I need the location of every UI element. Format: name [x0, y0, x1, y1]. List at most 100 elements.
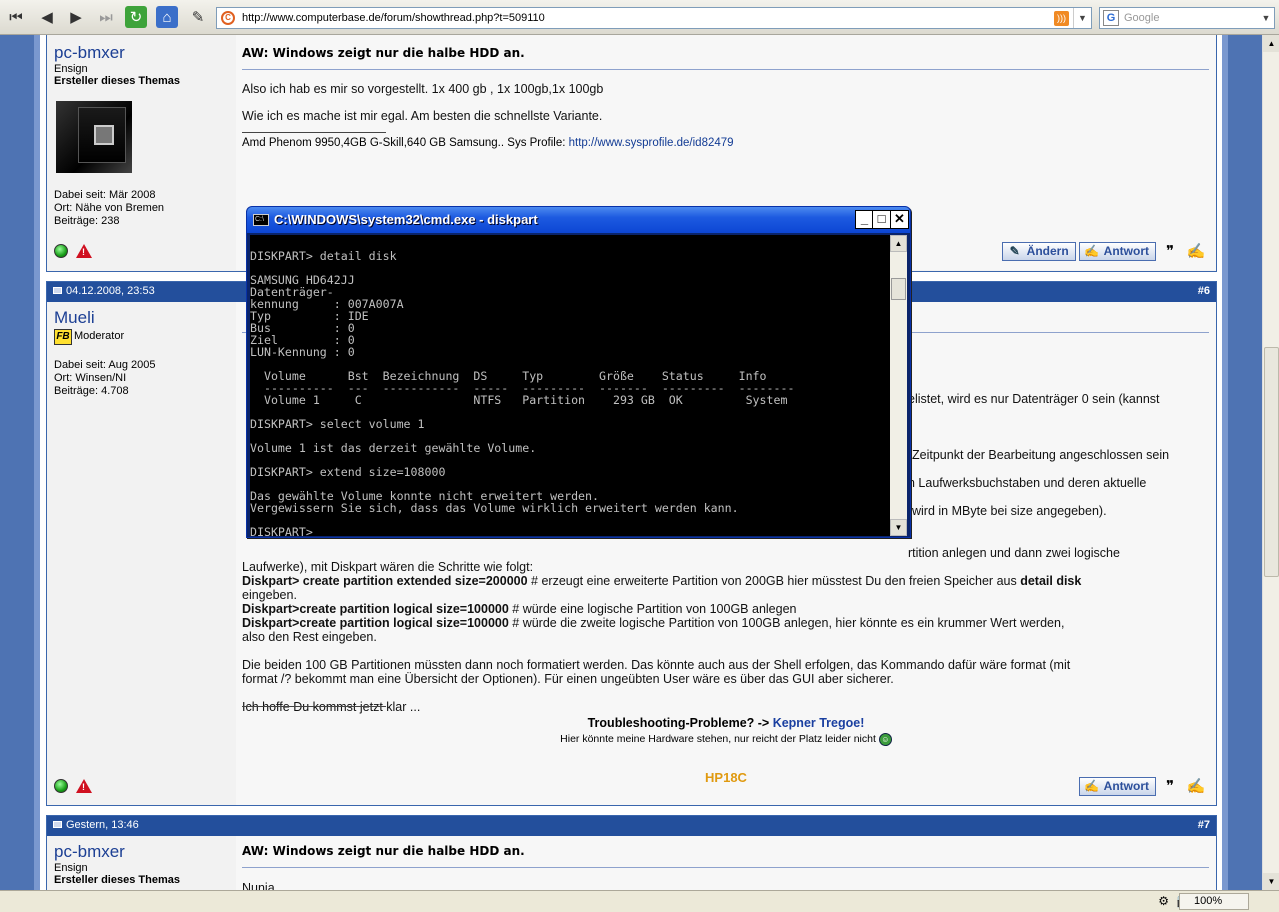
user-box: pc-bmxer Ensign Ersteller dieses Themas … — [47, 43, 236, 228]
username-link[interactable]: Mueli — [54, 308, 236, 328]
edit-button-label: Ändern — [1026, 244, 1069, 258]
rss-icon[interactable]: ))) — [1054, 11, 1069, 26]
post-text-line: eingeben. — [242, 588, 297, 602]
url-text[interactable]: http://www.computerbase.de/forum/showthr… — [242, 12, 545, 24]
post-actions: ✎ Ändern ✍ Antwort ❞ ✍ — [999, 242, 1208, 262]
forward-button[interactable]: ▶ — [65, 6, 87, 28]
user-rank: Ensign — [54, 862, 88, 874]
post-text: Also ich hab es mir so vorgestellt. 1x 4… — [242, 82, 604, 96]
user-box: pc-bmxer Ensign Ersteller dieses Themas — [47, 842, 236, 886]
cmd-window[interactable]: C:\ C:\WINDOWS\system32\cmd.exe - diskpa… — [246, 206, 911, 538]
scroll-thumb[interactable] — [1264, 347, 1279, 577]
diskpart-command: detail disk — [1020, 574, 1082, 588]
search-bar[interactable]: G Google ▼ — [1099, 7, 1275, 29]
reload-button[interactable]: ↻ — [125, 6, 147, 28]
post-number-link[interactable]: #6 — [1198, 282, 1210, 301]
signature-text: Amd Phenom 9950,4GB G-Skill,640 GB Samsu… — [242, 137, 569, 149]
user-rank: Ensign — [54, 63, 88, 75]
quote-icon[interactable]: ❞ — [1158, 777, 1182, 797]
user-location: Ort: Winsen/NI — [54, 372, 127, 384]
reply-icon: ✍ — [1084, 779, 1100, 793]
chevron-down-icon[interactable]: ▼ — [1258, 8, 1274, 28]
diskpart-command: Diskpart> create partition extended size… — [242, 574, 528, 588]
thread-starter-label: Ersteller dieses Themas — [54, 874, 180, 886]
scroll-down-icon[interactable]: ▼ — [1263, 873, 1279, 890]
post-icon — [53, 821, 62, 828]
diskpart-command: Diskpart>create partition logical size=1… — [242, 616, 509, 630]
thread-starter-label: Ersteller dieses Themas — [54, 75, 180, 87]
search-input[interactable]: Google — [1124, 12, 1159, 24]
post-icon — [53, 287, 62, 294]
post-text-line: # würde die zweite logische Partition vo… — [508, 616, 1065, 630]
page-scrollbar[interactable]: ▲ ▼ — [1262, 35, 1279, 890]
quick-reply-icon[interactable]: ✍ — [1184, 777, 1208, 797]
post-text-fragment: Zeitpunkt der Bearbeitung angeschlossen … — [912, 448, 1170, 462]
sysprofile-link[interactable]: http://www.sysprofile.de/id82479 — [569, 137, 734, 149]
online-status-icon — [54, 779, 68, 793]
signature-link-hp18c[interactable]: HP18C — [236, 770, 1216, 785]
cmd-window-title: C:\WINDOWS\system32\cmd.exe - diskpart — [274, 212, 538, 227]
site-favicon-icon: C — [221, 11, 235, 25]
pencil-icon[interactable]: ✎ — [187, 6, 209, 28]
back-button[interactable]: ◀ — [36, 6, 58, 28]
post-text-fragment: elistet, wird es nur Datenträger 0 sein … — [908, 392, 1160, 406]
username-link[interactable]: pc-bmxer — [54, 842, 236, 862]
post-date: Gestern, 13:46 — [66, 819, 139, 831]
username-link[interactable]: pc-bmxer — [54, 43, 236, 63]
browser-toolbar: ⏮ ◀ ▶ ⏭ ↻ ⌂ ✎ C http://www.computerbase.… — [0, 0, 1279, 35]
post-text-line: format /? bekommt man eine Übersicht der… — [242, 672, 894, 686]
reply-icon: ✍ — [1084, 244, 1100, 258]
edit-icon: ✎ — [1009, 244, 1020, 258]
post-text-line: Laufwerke), mit Diskpart wären die Schri… — [242, 560, 534, 574]
cmd-icon: C:\ — [253, 214, 269, 226]
post-text-line: also den Rest eingeben. — [242, 630, 377, 644]
cmd-output: DISKPART> detail disk SAMSUNG HD642JJ Da… — [250, 249, 795, 536]
signature-divider — [242, 706, 386, 707]
edit-button[interactable]: ✎ Ändern — [1001, 242, 1076, 261]
report-warning-icon[interactable]: ! — [76, 244, 92, 258]
cmd-console[interactable]: DISKPART> detail disk SAMSUNG HD642JJ Da… — [250, 235, 890, 536]
scroll-thumb[interactable] — [891, 278, 906, 300]
reply-button[interactable]: ✍ Antwort — [1078, 777, 1156, 796]
gear-icon[interactable]: ⚙ — [1158, 894, 1169, 908]
post-text-fragment: n Laufwerksbuchstaben und deren aktuelle — [908, 476, 1147, 490]
status-bar: ⚙ 📷 100% — [0, 890, 1279, 912]
signature-text: Hier könnte meine Hardware stehen, nur r… — [560, 733, 876, 745]
online-status-icon — [54, 244, 68, 258]
zoom-control[interactable]: 100% — [1179, 893, 1249, 910]
kepner-tregoe-link[interactable]: Kepner Tregoe! — [773, 716, 865, 730]
reply-button-label: Antwort — [1103, 779, 1149, 793]
fast-forward-icon[interactable]: ⏭ — [95, 6, 117, 28]
post-text: Wie ich es mache ist mir egal. Am besten… — [242, 109, 603, 123]
post-text-fragment: rtition anlegen und dann zwei logische — [908, 546, 1120, 560]
scroll-down-icon[interactable]: ▼ — [890, 519, 907, 536]
close-button[interactable]: ✕ — [890, 210, 909, 229]
cmd-scrollbar[interactable]: ▲ ▼ — [890, 235, 907, 536]
smiley-icon: ☺ — [878, 733, 892, 746]
post-number-link[interactable]: #7 — [1198, 816, 1210, 835]
reply-button[interactable]: ✍ Antwort — [1078, 242, 1156, 261]
cmd-title-bar[interactable]: C:\ C:\WINDOWS\system32\cmd.exe - diskpa… — [247, 207, 910, 233]
signature-divider — [242, 132, 386, 133]
post-text-line: # würde eine logische Partition von 100G… — [508, 602, 797, 616]
signature-text: Troubleshooting-Probleme? -> — [587, 716, 773, 730]
post-body: AW: Windows zeigt nur die halbe HDD an. … — [236, 836, 1216, 895]
post-header: Gestern, 13:46 #7 — [47, 816, 1216, 836]
signature-hardware: Hier könnte meine Hardware stehen, nur r… — [236, 733, 1216, 746]
home-button[interactable]: ⌂ — [156, 6, 178, 28]
diskpart-command: Diskpart>create partition logical size=1… — [242, 602, 509, 616]
user-joined: Dabei seit: Mär 2008 — [54, 189, 156, 201]
maximize-button[interactable]: □ — [872, 210, 891, 229]
scroll-up-icon[interactable]: ▲ — [1263, 35, 1279, 52]
quick-reply-icon[interactable]: ✍ — [1184, 242, 1208, 262]
chevron-down-icon[interactable]: ▼ — [1073, 8, 1091, 28]
address-bar[interactable]: C http://www.computerbase.de/forum/showt… — [216, 7, 1092, 29]
post-title: AW: Windows zeigt nur die halbe HDD an. — [242, 46, 525, 60]
avatar — [56, 101, 132, 173]
scroll-up-icon[interactable]: ▲ — [890, 235, 907, 252]
user-box: Mueli FB Moderator Dabei seit: Aug 2005 O… — [47, 308, 236, 398]
rewind-icon[interactable]: ⏮ — [5, 6, 27, 28]
quote-icon[interactable]: ❞ — [1158, 242, 1182, 262]
user-location: Ort: Nähe von Bremen — [54, 202, 165, 214]
report-warning-icon[interactable]: ! — [76, 779, 92, 793]
